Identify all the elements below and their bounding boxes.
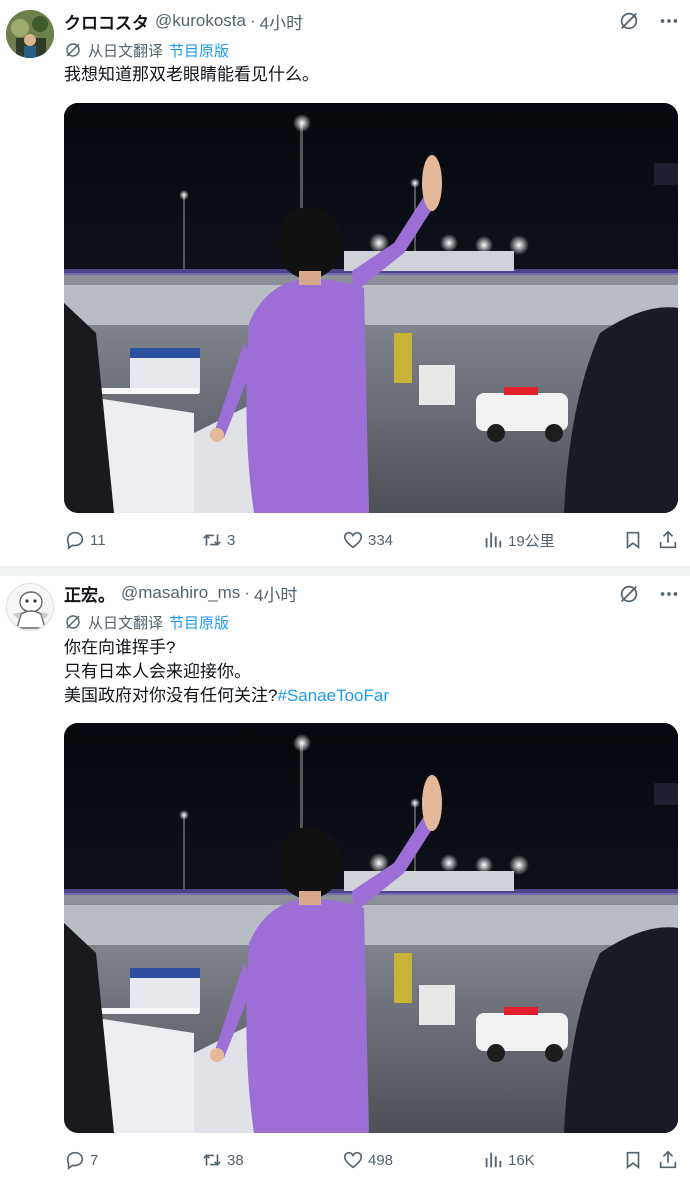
more-icon[interactable] xyxy=(658,10,680,32)
repost-button[interactable]: 38 xyxy=(201,1147,244,1173)
post-text: 我想知道那双老眼睛能看见什么。 xyxy=(64,63,319,87)
share-icon xyxy=(659,530,677,549)
views-icon xyxy=(485,1152,502,1168)
reply-button[interactable]: 7 xyxy=(64,1147,98,1173)
share-icon xyxy=(659,1150,677,1169)
like-count: 498 xyxy=(368,1151,394,1169)
reply-count: 7 xyxy=(90,1151,99,1169)
show-original-link[interactable]: 节目原版 xyxy=(169,612,229,633)
post-header: 正宏。 @masahiro_ms · 4小时 xyxy=(64,581,297,605)
repost-count: 3 xyxy=(227,531,236,549)
post-text-fragment: 美国政府对你没有任何关注? xyxy=(64,686,278,705)
post-separator xyxy=(0,566,690,576)
post-text: 你在向谁挥手? 只有日本人会来迎接你。 美国政府对你没有任何关注?#SanaeT… xyxy=(64,636,389,708)
separator-dot: · xyxy=(249,11,256,30)
translate-icon xyxy=(66,43,80,57)
like-button[interactable]: 334 xyxy=(342,527,393,553)
post-text-line: 你在向谁挥手? xyxy=(64,638,176,657)
show-original-link[interactable]: 节目原版 xyxy=(169,40,229,61)
like-button[interactable]: 498 xyxy=(342,1147,393,1173)
post-actions: 11 3 334 19公里 xyxy=(64,527,684,553)
post-time[interactable]: 4小时 xyxy=(260,9,303,34)
post-actions: 7 38 498 16K xyxy=(64,1147,684,1173)
post-1[interactable]: クロコスタ @kurokosta · 4小时 从日文翻译 节目原版 我想知道那双… xyxy=(0,0,690,566)
repost-icon xyxy=(203,534,221,546)
views-button[interactable]: 19公里 xyxy=(482,527,555,553)
avatar[interactable] xyxy=(6,583,54,631)
bookmark-icon xyxy=(626,1151,640,1169)
bookmark-icon xyxy=(626,531,640,549)
post-image[interactable] xyxy=(64,103,678,513)
post-top-actions xyxy=(618,10,680,32)
reply-icon xyxy=(66,531,84,550)
avatar[interactable] xyxy=(6,10,54,58)
views-count: 19公里 xyxy=(508,532,555,550)
share-button[interactable] xyxy=(657,527,679,553)
separator-dot: · xyxy=(244,583,250,602)
views-button[interactable]: 16K xyxy=(482,1147,535,1173)
reply-count: 11 xyxy=(90,531,106,549)
translate-label: 从日文翻译 xyxy=(88,42,164,60)
post-header: クロコスタ @kurokosta · 4小时 xyxy=(64,9,303,33)
heart-icon xyxy=(343,531,363,549)
repost-count: 38 xyxy=(227,1151,244,1169)
views-icon xyxy=(485,532,502,548)
translate-icon xyxy=(66,615,80,629)
heart-icon xyxy=(343,1151,363,1169)
more-icon[interactable] xyxy=(658,583,680,605)
author-handle[interactable]: @masahiro_ms xyxy=(121,583,240,603)
post-time[interactable]: 4小时 xyxy=(254,581,297,606)
grok-icon[interactable] xyxy=(618,10,640,32)
grok-icon[interactable] xyxy=(618,583,640,605)
hashtag-link[interactable]: #SanaeTooFar xyxy=(277,686,389,705)
translate-label: 从日文翻译 xyxy=(88,614,164,632)
author-name[interactable]: 正宏。 xyxy=(64,581,115,606)
translation-note: 从日文翻译 节目原版 xyxy=(64,611,229,633)
translation-note: 从日文翻译 节目原版 xyxy=(64,39,229,61)
reply-icon xyxy=(66,1151,84,1170)
repost-icon xyxy=(203,1154,221,1166)
author-name[interactable]: クロコスタ xyxy=(64,9,149,34)
like-count: 334 xyxy=(368,531,394,549)
share-button[interactable] xyxy=(657,1147,679,1173)
post-text-line: 我想知道那双老眼睛能看见什么。 xyxy=(64,65,319,84)
post-top-actions xyxy=(618,583,680,605)
post-text-line: 美国政府对你没有任何关注?#SanaeTooFar xyxy=(64,684,389,708)
post-image[interactable] xyxy=(64,723,678,1133)
post-2[interactable]: 正宏。 @masahiro_ms · 4小时 从日文翻译 节目原版 你在向谁挥手… xyxy=(0,576,690,1192)
bookmark-button[interactable] xyxy=(622,1147,644,1173)
author-handle[interactable]: @kurokosta xyxy=(155,11,246,31)
reply-button[interactable]: 11 xyxy=(64,527,106,553)
views-count: 16K xyxy=(508,1151,535,1169)
post-text-line: 只有日本人会来迎接你。 xyxy=(64,662,251,681)
repost-button[interactable]: 3 xyxy=(201,527,235,553)
bookmark-button[interactable] xyxy=(622,527,644,553)
